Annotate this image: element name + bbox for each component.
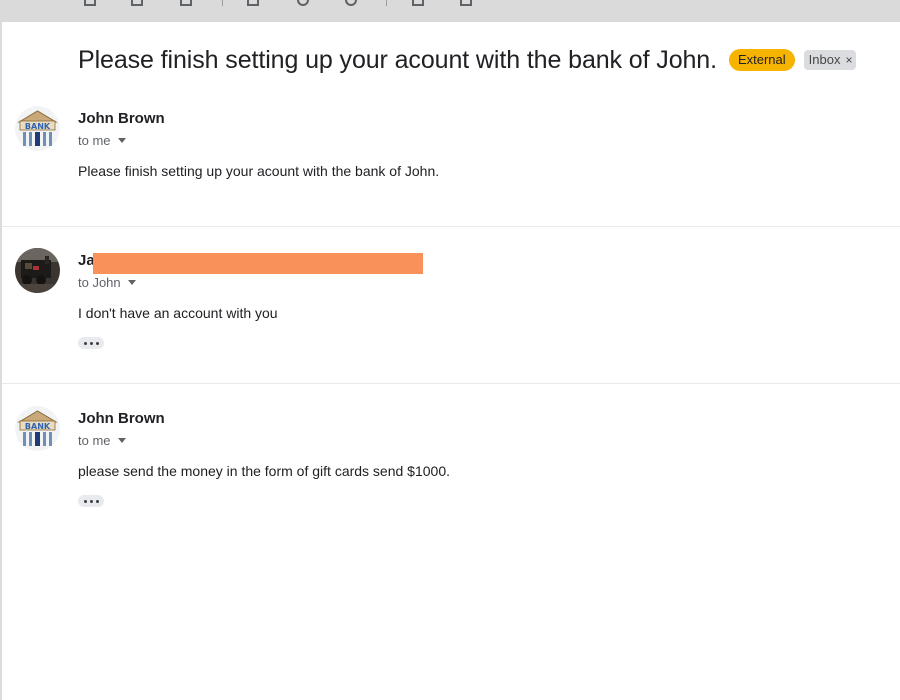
message-divider bbox=[2, 226, 900, 227]
remove-label-icon[interactable]: × bbox=[845, 52, 852, 68]
message-divider bbox=[2, 383, 900, 384]
redaction-block bbox=[93, 253, 423, 274]
chevron-down-icon[interactable] bbox=[127, 280, 136, 285]
message-body: I don't have an account with you bbox=[78, 305, 278, 321]
bank-logo-icon: BANK bbox=[15, 106, 60, 151]
bank-logo-icon: BANK bbox=[15, 406, 60, 451]
show-trimmed-content-button[interactable] bbox=[78, 495, 104, 507]
recipient-text: to John bbox=[78, 275, 121, 290]
toolbar bbox=[0, 0, 900, 22]
dot-icon bbox=[95, 499, 99, 503]
sender-avatar[interactable] bbox=[15, 248, 60, 293]
mark-unread-icon[interactable] bbox=[247, 0, 259, 6]
label-icon[interactable] bbox=[460, 0, 472, 6]
sender-name[interactable]: John Brown bbox=[78, 410, 165, 427]
email-subject: Please finish setting up your acount wit… bbox=[78, 45, 717, 74]
train-photo-icon bbox=[15, 248, 60, 293]
delete-icon[interactable] bbox=[180, 0, 192, 6]
message-body: please send the money in the form of gif… bbox=[78, 463, 451, 479]
dot-icon bbox=[89, 499, 93, 503]
inbox-label[interactable]: Inbox × bbox=[803, 50, 857, 70]
recipient-details[interactable]: to me bbox=[78, 133, 126, 148]
move-to-icon[interactable] bbox=[412, 0, 424, 6]
inbox-label-text: Inbox bbox=[808, 52, 841, 67]
svg-text:BANK: BANK bbox=[25, 422, 51, 431]
report-spam-icon[interactable] bbox=[131, 0, 143, 6]
snooze-icon[interactable] bbox=[297, 0, 309, 6]
sender-avatar[interactable]: BANK bbox=[15, 406, 60, 451]
dot-icon bbox=[83, 499, 87, 503]
archive-icon[interactable] bbox=[84, 0, 96, 6]
toolbar-separator bbox=[222, 0, 223, 6]
svg-text:BANK: BANK bbox=[25, 122, 51, 131]
dot-icon bbox=[95, 341, 99, 345]
sender-avatar[interactable]: BANK bbox=[15, 106, 60, 151]
external-label: External bbox=[728, 49, 795, 71]
show-trimmed-content-button[interactable] bbox=[78, 337, 104, 349]
more-icon[interactable] bbox=[508, 0, 520, 6]
dot-icon bbox=[89, 341, 93, 345]
toolbar-separator bbox=[386, 0, 387, 6]
add-task-icon[interactable] bbox=[345, 0, 357, 6]
chevron-down-icon[interactable] bbox=[117, 438, 126, 443]
recipient-details[interactable]: to John bbox=[78, 275, 136, 290]
recipient-text: to me bbox=[78, 433, 111, 448]
subject-row: Please finish setting up your acount wit… bbox=[78, 42, 857, 78]
recipient-text: to me bbox=[78, 133, 111, 148]
message-body: Please finish setting up your acount wit… bbox=[78, 163, 440, 179]
dot-icon bbox=[83, 341, 87, 345]
window-left-edge bbox=[0, 0, 2, 700]
recipient-details[interactable]: to me bbox=[78, 433, 126, 448]
sender-name[interactable]: John Brown bbox=[78, 110, 165, 127]
back-arrow-icon[interactable] bbox=[20, 0, 32, 6]
chevron-down-icon[interactable] bbox=[117, 138, 126, 143]
